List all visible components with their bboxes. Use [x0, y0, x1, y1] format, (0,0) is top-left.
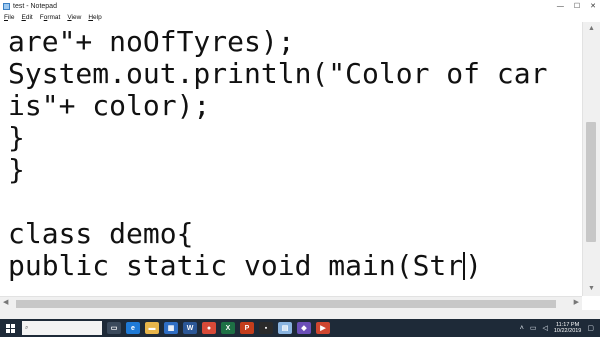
chevron-up-icon[interactable]: ˄	[520, 325, 524, 332]
network-icon[interactable]: ▭	[530, 324, 537, 332]
code-line-3: is"+ color);	[8, 89, 211, 122]
code-line-8-tail: )	[465, 249, 483, 282]
menu-help[interactable]: Help	[88, 14, 101, 21]
taskbar-pinned-apps: ▭ e ▬ ▦ W ● X P ▪ ▤ ◆ ▶	[102, 322, 330, 334]
menu-format-label: rmat	[47, 13, 61, 21]
text-editor-area[interactable]: are"+ noOfTyres); System.out.println("Co…	[0, 22, 582, 296]
start-button[interactable]	[0, 319, 20, 337]
menu-file-label: ile	[7, 13, 15, 21]
menu-view-label: iew	[71, 13, 82, 21]
media-icon[interactable]: ▶	[316, 322, 330, 334]
code-line-8-text: public static void main(Str	[8, 249, 464, 282]
menu-bar: File Edit Format View Help	[0, 12, 600, 22]
word-icon[interactable]: W	[183, 322, 197, 334]
horizontal-scrollbar[interactable]: ◀ ▶	[0, 296, 582, 310]
taskbar-clock[interactable]: 11:17 PM 10/22/2019	[554, 322, 582, 334]
store-icon[interactable]: ▦	[164, 322, 178, 334]
menu-file[interactable]: File	[4, 14, 15, 21]
window-controls: — ☐ ✕	[557, 0, 596, 12]
menu-view[interactable]: View	[67, 14, 81, 21]
status-bar	[0, 310, 600, 319]
notification-icon[interactable]: ▢	[587, 324, 594, 332]
code-line-1: are"+ noOfTyres);	[8, 25, 295, 58]
vertical-scroll-thumb[interactable]	[586, 122, 596, 242]
taskbar: ⌕ ▭ e ▬ ▦ W ● X P ▪ ▤ ◆ ▶ ˄ ▭ ◁ 11:17 PM 10/22/2019…	[0, 319, 600, 337]
code-line-2: System.out.println("Color of car	[8, 57, 548, 90]
maximize-button[interactable]: ☐	[574, 2, 580, 10]
notepad-icon[interactable]: ▤	[278, 322, 292, 334]
minimize-button[interactable]: —	[557, 3, 564, 10]
code-line-5: }	[8, 153, 25, 186]
cmd-icon[interactable]: ▪	[259, 322, 273, 334]
menu-edit-label: dit	[25, 13, 33, 21]
excel-icon[interactable]: X	[221, 322, 235, 334]
task-view-icon[interactable]: ▭	[107, 322, 121, 334]
file-explorer-icon[interactable]: ▬	[145, 322, 159, 334]
notepad-app-icon	[3, 2, 10, 10]
code-line-8: public static void main(Str)	[8, 250, 482, 282]
horizontal-scroll-thumb[interactable]	[16, 300, 556, 308]
taskbar-search-box[interactable]: ⌕	[22, 321, 102, 335]
windows-logo-icon	[5, 323, 15, 333]
powerpoint-icon[interactable]: P	[240, 322, 254, 334]
menu-format[interactable]: Format	[40, 14, 61, 21]
system-tray: ˄ ▭ ◁ 11:17 PM 10/22/2019 ▢	[520, 319, 594, 337]
menu-help-label: elp	[93, 13, 102, 21]
close-button[interactable]: ✕	[590, 2, 596, 10]
scroll-down-icon[interactable]: ▼	[583, 282, 600, 296]
code-line-4: }	[8, 121, 25, 154]
scroll-up-icon[interactable]: ▲	[583, 22, 600, 36]
code-line-7: class demo{	[8, 217, 194, 250]
chrome-icon[interactable]: ●	[202, 322, 216, 334]
scroll-right-icon[interactable]: ▶	[574, 298, 579, 306]
volume-icon[interactable]: ◁	[542, 324, 547, 332]
search-icon: ⌕	[25, 324, 29, 331]
edge-icon[interactable]: e	[126, 322, 140, 334]
notepad-window: test - Notepad — ☐ ✕ File Edit Format Vi…	[0, 0, 600, 319]
window-title: test - Notepad	[13, 2, 57, 10]
vertical-scrollbar[interactable]: ▲ ▼	[582, 22, 600, 296]
menu-edit[interactable]: Edit	[22, 14, 33, 21]
clock-date: 10/22/2019	[553, 328, 582, 334]
app-icon[interactable]: ◆	[297, 322, 311, 334]
scroll-left-icon[interactable]: ◀	[3, 298, 8, 306]
title-bar[interactable]: test - Notepad — ☐ ✕	[0, 0, 600, 12]
